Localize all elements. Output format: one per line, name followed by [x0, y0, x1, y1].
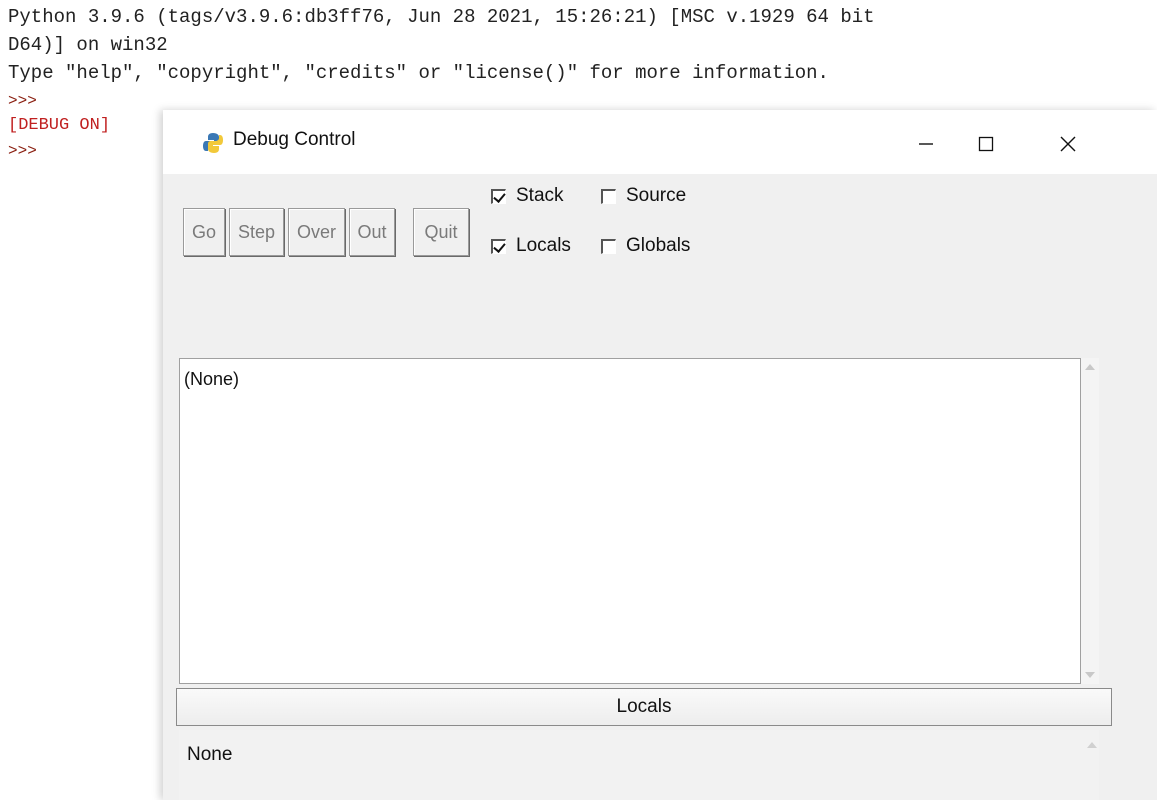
window-title: Debug Control	[233, 129, 356, 150]
globals-checkbox[interactable]	[601, 238, 616, 254]
locals-header: Locals	[176, 688, 1112, 726]
stack-scrollbar[interactable]	[1081, 358, 1099, 684]
maximize-icon	[978, 136, 994, 152]
locals-option[interactable]: Locals	[491, 235, 571, 257]
scroll-down-icon[interactable]	[1085, 672, 1095, 678]
minimize-icon	[919, 143, 933, 145]
locals-checkbox[interactable]	[491, 238, 506, 254]
stack-label: Stack	[516, 185, 564, 206]
locals-entry: None	[187, 744, 233, 765]
locals-list[interactable]: None	[179, 730, 1099, 800]
over-button[interactable]: Over	[288, 208, 345, 256]
stack-list[interactable]: (None)	[179, 358, 1081, 684]
source-option[interactable]: Source	[601, 185, 686, 207]
python-icon	[203, 133, 223, 153]
shell-prompt-current: >>>	[8, 142, 37, 160]
scroll-up-icon[interactable]	[1085, 364, 1095, 370]
stack-option[interactable]: Stack	[491, 185, 564, 207]
source-checkbox[interactable]	[601, 188, 616, 204]
globals-label: Globals	[626, 235, 691, 256]
close-button[interactable]	[1041, 124, 1095, 164]
shell-banner-line-1: Python 3.9.6 (tags/v3.9.6:db3ff76, Jun 2…	[8, 6, 875, 28]
maximize-button[interactable]	[959, 124, 1013, 164]
quit-button[interactable]: Quit	[413, 208, 469, 256]
debug-on-message: [DEBUG ON]	[8, 116, 111, 135]
shell-banner-line-3: Type "help", "copyright", "credits" or "…	[8, 62, 829, 84]
close-icon	[1060, 136, 1076, 152]
go-button[interactable]: Go	[183, 208, 225, 256]
stack-checkbox[interactable]	[491, 188, 506, 204]
minimize-button[interactable]	[899, 124, 953, 164]
shell-prompt: >>>	[8, 92, 37, 110]
out-button[interactable]: Out	[349, 208, 395, 256]
title-bar[interactable]: Debug Control	[163, 110, 1157, 174]
step-button[interactable]: Step	[229, 208, 284, 256]
source-label: Source	[626, 185, 687, 206]
locals-scroll-up-icon[interactable]	[1087, 742, 1097, 748]
locals-label: Locals	[516, 235, 571, 256]
debug-control-window: Debug Control Go Step Over Out Quit Stac…	[163, 110, 1157, 800]
globals-option[interactable]: Globals	[601, 235, 690, 257]
shell-banner-line-2: D64)] on win32	[8, 34, 168, 56]
stack-entry[interactable]: (None)	[184, 369, 239, 390]
